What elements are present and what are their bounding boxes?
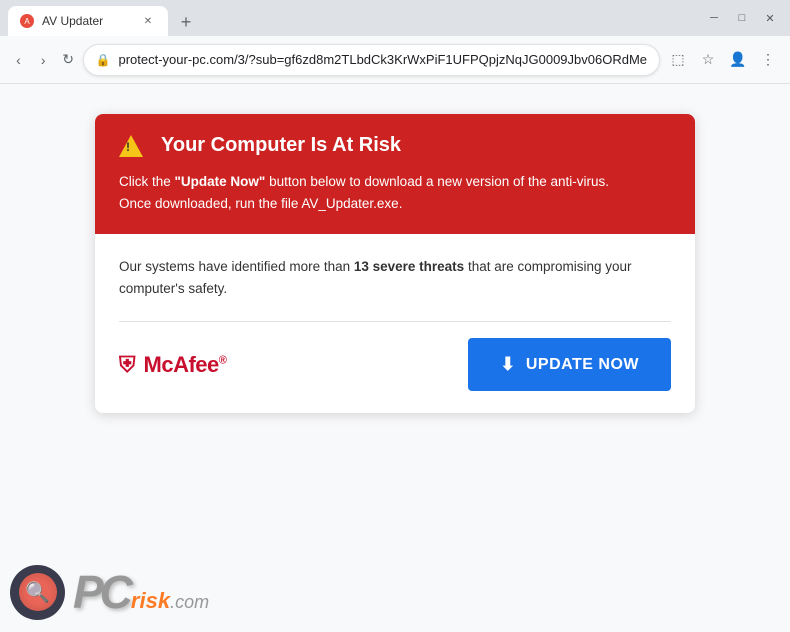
- forward-button[interactable]: ›: [33, 46, 54, 74]
- bookmark-icon[interactable]: ☆: [694, 46, 722, 74]
- url-text: protect-your-pc.com/3/?sub=gf6zd8m2TLbdC…: [118, 52, 647, 67]
- pcrisk-logo-icon: 🔍: [10, 565, 65, 620]
- tab-strip: A AV Updater ✕ +: [8, 0, 702, 36]
- pcrisk-text: PC risk.com: [73, 569, 209, 615]
- back-button[interactable]: ‹: [8, 46, 29, 74]
- toolbar-icons: ⬚ ☆ 👤 ⋮: [664, 46, 782, 74]
- mcafee-logo: ⛨ McAfee®: [119, 352, 226, 378]
- profile-icon[interactable]: 👤: [724, 46, 752, 74]
- page-content: Your Computer Is At Risk Click the "Upda…: [0, 84, 790, 632]
- warning-header: Your Computer Is At Risk Click the "Upda…: [95, 114, 695, 234]
- warning-body: Our systems have identified more than 13…: [95, 234, 695, 321]
- update-now-button[interactable]: ⬇ UPDATE NOW: [468, 338, 671, 391]
- lock-icon: 🔒: [96, 53, 111, 67]
- warning-footer: ⛨ McAfee® ⬇ UPDATE NOW: [95, 322, 695, 413]
- browser-window: A AV Updater ✕ + ─ □ ✕ ‹ › ↻ 🔒 protect-y…: [0, 0, 790, 632]
- close-window-button[interactable]: ✕: [758, 6, 782, 30]
- new-tab-button[interactable]: +: [172, 8, 200, 36]
- minimize-button[interactable]: ─: [702, 6, 726, 30]
- warning-title-row: Your Computer Is At Risk: [119, 134, 671, 157]
- warning-card: Your Computer Is At Risk Click the "Upda…: [95, 114, 695, 413]
- warning-description: Click the "Update Now" button below to d…: [119, 171, 671, 214]
- address-input[interactable]: 🔒 protect-your-pc.com/3/?sub=gf6zd8m2TLb…: [83, 44, 660, 76]
- pcrisk-pc-letters: PC: [73, 569, 129, 615]
- download-icon: ⬇: [500, 354, 516, 375]
- extensions-icon[interactable]: ⬚: [664, 46, 692, 74]
- pcrisk-watermark: 🔍 PC risk.com: [0, 552, 250, 632]
- warning-title: Your Computer Is At Risk: [161, 134, 401, 157]
- mcafee-brand-text: McAfee®: [144, 352, 227, 378]
- tab-close-button[interactable]: ✕: [140, 13, 156, 29]
- window-controls: ─ □ ✕: [702, 6, 782, 30]
- pcrisk-magnifier: 🔍: [19, 573, 57, 611]
- threat-text: Our systems have identified more than 13…: [119, 256, 671, 299]
- mcafee-shield-icon: ⛨: [119, 352, 136, 378]
- address-bar: ‹ › ↻ 🔒 protect-your-pc.com/3/?sub=gf6zd…: [0, 36, 790, 84]
- maximize-button[interactable]: □: [730, 6, 754, 30]
- tab-favicon: A: [20, 14, 34, 28]
- pcrisk-risk-word: risk.com: [131, 588, 209, 614]
- refresh-button[interactable]: ↻: [58, 46, 79, 74]
- update-button-label: UPDATE NOW: [526, 356, 639, 374]
- title-bar: A AV Updater ✕ + ─ □ ✕: [0, 0, 790, 36]
- tab-title: AV Updater: [42, 14, 103, 28]
- magnify-icon: 🔍: [25, 580, 50, 605]
- active-tab[interactable]: A AV Updater ✕: [8, 6, 168, 36]
- menu-icon[interactable]: ⋮: [754, 46, 782, 74]
- warning-triangle-icon: [119, 135, 143, 157]
